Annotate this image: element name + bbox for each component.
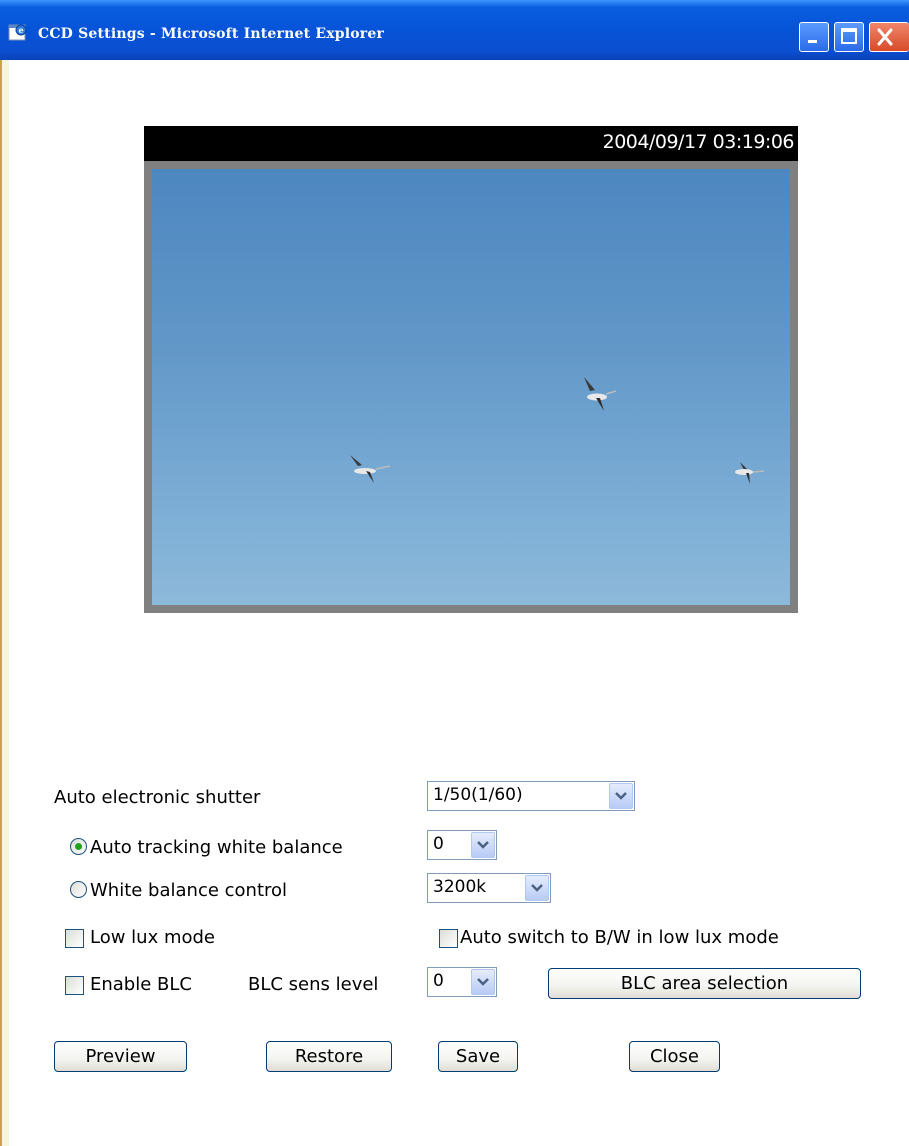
- close-window-button[interactable]: [869, 22, 909, 52]
- dropdown-button[interactable]: [609, 783, 633, 809]
- auto-wb-radio[interactable]: [70, 838, 87, 855]
- dropdown-button[interactable]: [525, 875, 549, 901]
- camera-timestamp: 2004/09/17 03:19:06: [602, 131, 795, 153]
- auto-bw-checkbox[interactable]: [439, 929, 458, 948]
- birds-image: [350, 377, 765, 484]
- wb-control-value: 3200k: [433, 877, 487, 897]
- save-button[interactable]: Save: [438, 1041, 518, 1072]
- radio-selected-dot: [75, 843, 82, 850]
- minimize-icon: [808, 40, 817, 43]
- dropdown-button[interactable]: [471, 969, 495, 995]
- camera-timestamp-bar: 2004/09/17 03:19:06: [144, 126, 798, 161]
- chevron-down-icon: [615, 792, 627, 800]
- wb-control-select[interactable]: 3200k: [427, 873, 551, 903]
- maximize-icon: [841, 28, 857, 44]
- auto-bw-label: Auto switch to B/W in low lux mode: [460, 927, 779, 948]
- camera-view-frame: [144, 161, 798, 613]
- auto-wb-value: 0: [433, 834, 444, 854]
- ie-icon: e: [8, 24, 27, 41]
- close-icon: [877, 28, 893, 46]
- camera-live-image: [152, 169, 790, 605]
- bird: [350, 455, 391, 483]
- auto-wb-select[interactable]: 0: [427, 830, 497, 860]
- window-title: CCD Settings - Microsoft Internet Explor…: [38, 26, 385, 42]
- window-border-line: [0, 60, 2, 1146]
- bird: [735, 462, 765, 484]
- enable-blc-checkbox[interactable]: [65, 976, 84, 995]
- wb-control-label: White balance control: [90, 880, 288, 901]
- shutter-value: 1/50(1/60): [433, 785, 523, 805]
- chevron-down-icon: [477, 978, 489, 986]
- dropdown-button[interactable]: [471, 832, 495, 858]
- svg-text:e: e: [19, 25, 24, 35]
- chevron-down-icon: [477, 841, 489, 849]
- maximize-button[interactable]: [834, 22, 864, 52]
- blc-sens-value: 0: [433, 971, 444, 991]
- wb-control-radio[interactable]: [70, 881, 87, 898]
- title-bar[interactable]: e CCD Settings - Microsoft Internet Expl…: [0, 0, 909, 60]
- low-lux-label: Low lux mode: [90, 927, 215, 948]
- shutter-select[interactable]: 1/50(1/60): [427, 781, 635, 811]
- ccd-settings-window: e CCD Settings - Microsoft Internet Expl…: [0, 0, 909, 1146]
- bird: [584, 377, 617, 411]
- minimize-button[interactable]: [799, 22, 829, 52]
- blc-sens-label: BLC sens level: [248, 974, 379, 995]
- chevron-down-icon: [531, 884, 543, 892]
- close-button[interactable]: Close: [629, 1041, 720, 1072]
- restore-button[interactable]: Restore: [266, 1041, 392, 1072]
- auto-wb-label: Auto tracking white balance: [90, 837, 343, 858]
- low-lux-checkbox[interactable]: [65, 929, 84, 948]
- enable-blc-label: Enable BLC: [90, 974, 192, 995]
- preview-button[interactable]: Preview: [54, 1041, 187, 1072]
- shutter-label: Auto electronic shutter: [54, 787, 261, 808]
- blc-area-selection-button[interactable]: BLC area selection: [548, 968, 861, 999]
- blc-sens-select[interactable]: 0: [427, 967, 497, 997]
